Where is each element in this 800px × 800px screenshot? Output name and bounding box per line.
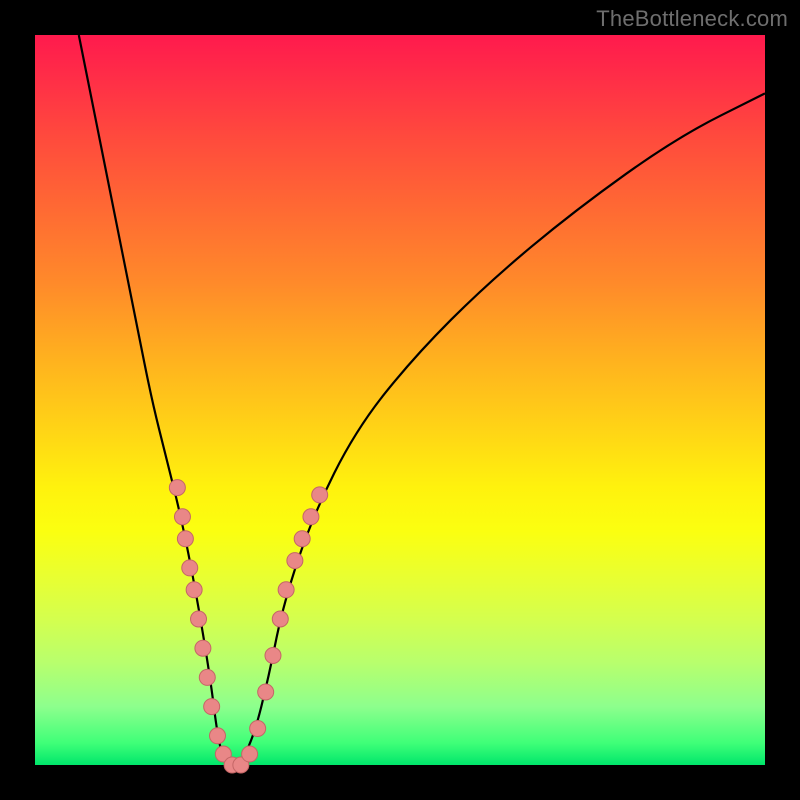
- watermark-text: TheBottleneck.com: [596, 6, 788, 32]
- chart-frame: TheBottleneck.com: [0, 0, 800, 800]
- plot-area: [35, 35, 765, 765]
